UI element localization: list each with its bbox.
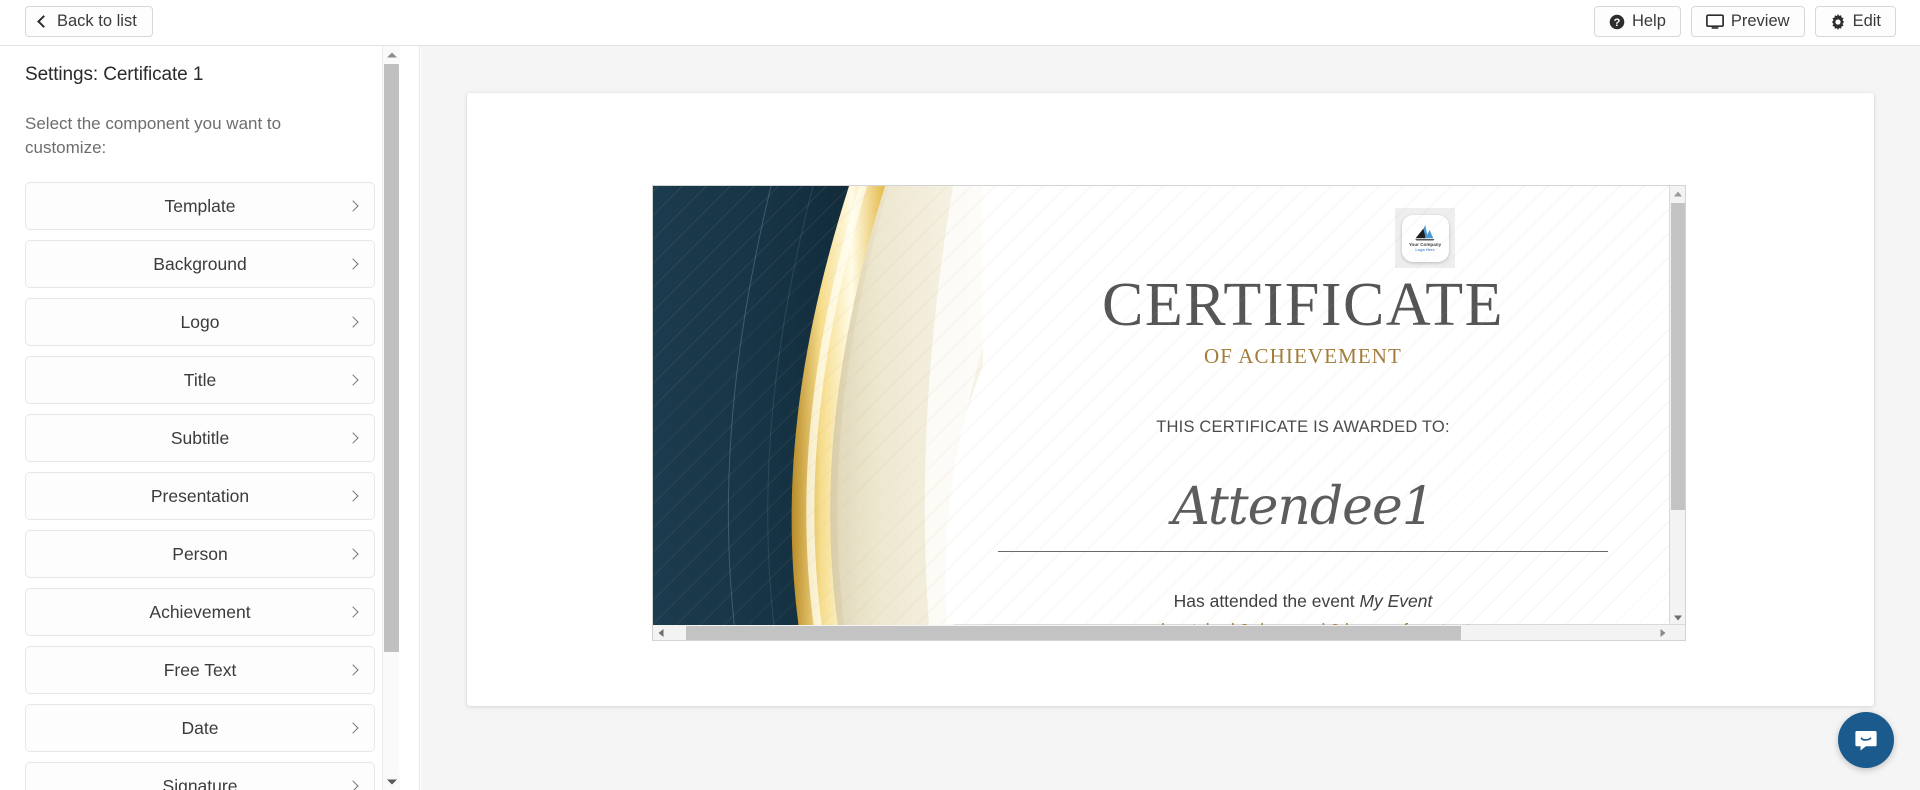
chevron-right-icon xyxy=(347,606,359,618)
certificate-logo-placeholder[interactable]: Your Company Logo Here xyxy=(1395,208,1455,268)
triangle-left-icon xyxy=(658,629,664,637)
preview-paper: Your Company Logo Here CERTIFICATE OF AC… xyxy=(467,93,1874,706)
sidebar-item-label: Presentation xyxy=(150,485,250,506)
preview-label: Preview xyxy=(1730,12,1790,30)
sidebar-content: Settings: Certificate 1 Select the compo… xyxy=(0,46,400,790)
sidebar-item-label: Signature xyxy=(162,775,238,790)
sidebar-item-title[interactable]: Title xyxy=(25,356,375,405)
certificate-vertical-scrollbar[interactable] xyxy=(1669,186,1685,626)
sidebar-item-background[interactable]: Background xyxy=(25,240,375,289)
edit-button[interactable]: Edit xyxy=(1814,6,1896,37)
sidebar-item-label: Achievement xyxy=(149,601,251,622)
chevron-right-icon xyxy=(347,722,359,734)
help-button[interactable]: ? Help xyxy=(1593,6,1681,37)
sidebar-item-label: Template xyxy=(164,195,236,216)
chevron-right-icon xyxy=(347,316,359,328)
certificate-canvas: Your Company Logo Here CERTIFICATE OF AC… xyxy=(653,186,1670,625)
certificate-achievement-line: Has attended the event My Event xyxy=(943,591,1663,612)
chevron-right-icon xyxy=(347,200,359,212)
sidebar-item-free-text[interactable]: Free Text xyxy=(25,646,375,695)
certificate-awarded-to-label: THIS CERTIFICATE IS AWARDED TO: xyxy=(1156,418,1450,436)
certificate-horizontal-scroll-thumb[interactable] xyxy=(686,626,1461,640)
sidebar-item-label: Background xyxy=(153,253,247,274)
logo-card: Your Company Logo Here xyxy=(1401,214,1449,262)
sidebar-instruction: Select the component you want to customi… xyxy=(25,114,282,158)
certificate-content: Your Company Logo Here CERTIFICATE OF AC… xyxy=(653,186,1670,625)
certificate-watched-line: and watched 0 days and 0 hours of conten… xyxy=(943,620,1663,625)
chevron-right-icon xyxy=(347,664,359,676)
component-list: Template Background Logo Title Subtitle xyxy=(25,182,375,790)
certificate-name-rule xyxy=(998,551,1608,552)
sidebar-item-template[interactable]: Template xyxy=(25,182,375,231)
logo-line-2: Logo Here xyxy=(1415,246,1435,252)
sidebar-item-subtitle[interactable]: Subtitle xyxy=(25,414,375,463)
certificate-artwork: Your Company Logo Here CERTIFICATE OF AC… xyxy=(653,186,1670,625)
chat-launcher-button[interactable] xyxy=(1838,712,1894,768)
svg-text:?: ? xyxy=(1614,17,1621,29)
certificate-title: CERTIFICATE xyxy=(1101,271,1504,339)
chat-bubble-icon xyxy=(1855,731,1877,751)
monitor-icon xyxy=(1705,13,1724,30)
chevron-right-icon xyxy=(347,374,359,386)
sidebar-item-label: Logo xyxy=(180,311,220,332)
triangle-down-icon xyxy=(386,779,397,784)
chevron-right-icon xyxy=(347,548,359,560)
chevron-right-icon xyxy=(347,432,359,444)
gear-icon xyxy=(1830,13,1846,30)
sidebar-item-signature[interactable]: Signature xyxy=(25,762,375,790)
back-to-list-button[interactable]: Back to list xyxy=(25,6,153,37)
settings-sidebar: Settings: Certificate 1 Select the compo… xyxy=(0,46,420,790)
chevron-left-icon xyxy=(37,15,50,28)
triangle-up-icon xyxy=(386,52,397,57)
sidebar-scroll-thumb[interactable] xyxy=(384,64,399,652)
chevron-right-icon xyxy=(347,490,359,502)
achievement-prefix: Has attended the event xyxy=(1173,591,1360,611)
sidebar-item-logo[interactable]: Logo xyxy=(25,298,375,347)
sidebar-item-person[interactable]: Person xyxy=(25,530,375,579)
sidebar-scroll-up-button[interactable] xyxy=(383,46,400,63)
triangle-right-icon xyxy=(1660,629,1666,637)
chevron-right-icon xyxy=(347,258,359,270)
certificate-scroll-right-button[interactable] xyxy=(1655,625,1671,640)
sidebar-item-label: Title xyxy=(183,369,217,390)
chevron-right-icon xyxy=(347,780,359,790)
sidebar-item-label: Free Text xyxy=(163,659,237,680)
certificate-scroll-left-button[interactable] xyxy=(653,625,669,640)
sidebar-item-achievement[interactable]: Achievement xyxy=(25,588,375,637)
edit-label: Edit xyxy=(1852,12,1881,30)
top-toolbar: Back to list ? Help Preview Edit xyxy=(0,0,1920,46)
page-title: Settings: Certificate 1 xyxy=(25,64,204,85)
sidebar-item-label: Date xyxy=(181,717,219,738)
sidebar-scroll-down-button[interactable] xyxy=(383,773,400,790)
certificate-subtitle: OF ACHIEVEMENT xyxy=(1204,344,1402,368)
sail-logo-icon xyxy=(1415,224,1435,241)
sidebar-item-label: Person xyxy=(172,543,228,564)
help-label: Help xyxy=(1631,12,1666,30)
sidebar-item-date[interactable]: Date xyxy=(25,704,375,753)
back-to-list-label: Back to list xyxy=(57,12,137,30)
certificate-horizontal-scrollbar[interactable] xyxy=(653,624,1685,640)
triangle-up-icon xyxy=(1674,191,1682,197)
certificate-scroll-up-button[interactable] xyxy=(1670,186,1685,202)
certificate-preview-area: Your Company Logo Here CERTIFICATE OF AC… xyxy=(421,46,1920,790)
sidebar-item-label: Subtitle xyxy=(170,427,230,448)
certificate-recipient-name: Attendee1 xyxy=(1172,477,1435,537)
triangle-down-icon xyxy=(1674,615,1682,621)
certificate-scroll-frame[interactable]: Your Company Logo Here CERTIFICATE OF AC… xyxy=(652,185,1686,641)
preview-button[interactable]: Preview xyxy=(1690,6,1805,37)
question-circle-icon: ? xyxy=(1609,14,1625,30)
sidebar-item-presentation[interactable]: Presentation xyxy=(25,472,375,521)
achievement-event-name: My Event xyxy=(1359,591,1433,611)
certificate-vertical-scroll-thumb[interactable] xyxy=(1671,203,1685,510)
sidebar-scrollbar[interactable] xyxy=(382,46,400,790)
top-right-actions: ? Help Preview Edit xyxy=(1593,6,1896,37)
